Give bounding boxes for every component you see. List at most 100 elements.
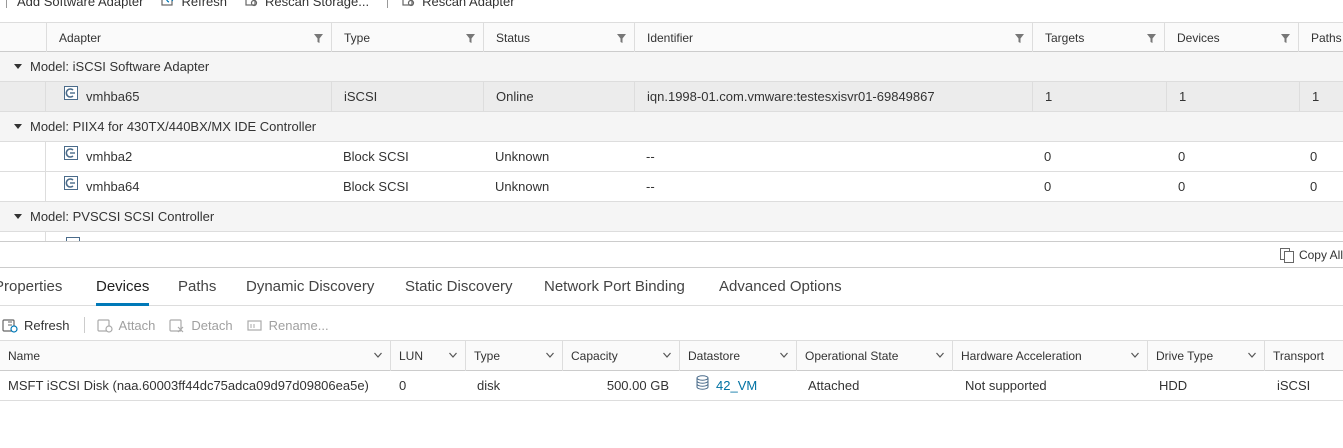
device-capacity: 500.00 GB <box>606 378 669 393</box>
row-gutter <box>0 232 46 241</box>
adapter-devices: 1 <box>1166 82 1300 111</box>
tab-advanced-options[interactable]: Advanced Options <box>719 278 842 306</box>
adapter-type: Block SCSI <box>343 149 409 164</box>
filter-icon[interactable] <box>1015 34 1024 43</box>
column-header-identifier[interactable]: Identifier <box>634 23 1032 52</box>
column-header-label: Type <box>474 349 501 363</box>
adapters-header-row: Adapter Type Status Identifier Targets D… <box>0 22 1343 52</box>
add-software-adapter-label: Add Software Adapter <box>17 0 144 9</box>
group-row-pvscsi-controller[interactable]: Model: PVSCSI SCSI Controller <box>0 202 1343 232</box>
refresh-devices-label: Refresh <box>24 317 70 333</box>
chevron-down-icon[interactable] <box>663 352 671 358</box>
storage-adapter-icon <box>64 85 78 100</box>
column-header-type[interactable]: Type <box>331 23 483 52</box>
adapter-targets: 0 <box>1044 149 1052 164</box>
column-header-type[interactable]: Type <box>465 341 562 371</box>
adapter-cell: vmhba64 <box>52 172 331 201</box>
datastore-link[interactable]: 42_VM <box>716 378 757 393</box>
column-header-capacity[interactable]: Capacity <box>562 341 679 371</box>
tab-dynamic-discovery[interactable]: Dynamic Discovery <box>246 278 374 306</box>
device-lun: 0 <box>399 378 407 393</box>
column-header-label: Datastore <box>688 349 741 363</box>
refresh-icon <box>161 0 174 6</box>
filter-icon[interactable] <box>617 34 626 43</box>
group-label: Model: iSCSI Software Adapter <box>30 59 210 74</box>
adapter-name: vmhba65 <box>86 89 140 104</box>
column-header-label: Adapter <box>59 30 102 45</box>
attach-button[interactable]: Attach <box>96 318 155 333</box>
group-row-iscsi-software-adapter[interactable]: Model: iSCSI Software Adapter <box>0 52 1343 82</box>
table-row[interactable]: vmhba64 Block SCSI Unknown -- 0 0 0 <box>0 172 1343 202</box>
column-header-label: Status <box>496 30 531 45</box>
tab-devices[interactable]: Devices <box>96 278 150 306</box>
detach-button[interactable]: Detach <box>169 317 233 333</box>
adapter-paths: 0 <box>1310 149 1318 164</box>
column-header-operational-state[interactable]: Operational State <box>796 341 952 371</box>
rename-button[interactable]: Rename... <box>246 318 329 333</box>
rescan-adapter-icon <box>402 0 415 7</box>
table-row[interactable]: MSFT iSCSI Disk (naa.60003ff44dc75adca09… <box>0 371 1343 401</box>
table-row[interactable]: vmhba2 Block SCSI Unknown -- 0 0 0 <box>0 142 1343 172</box>
datastore-icon <box>696 375 709 390</box>
column-header-transport[interactable]: Transport <box>1264 341 1343 371</box>
device-operational-state: Attached <box>808 378 860 393</box>
device-transport: iSCSI <box>1277 378 1311 393</box>
rescan-adapter-label: Rescan Adapter <box>422 0 515 9</box>
adapter-name: vmhba64 <box>86 179 140 194</box>
storage-adapter-icon <box>64 145 78 160</box>
column-header-label: Name <box>8 349 41 363</box>
column-header-status[interactable]: Status <box>483 23 634 52</box>
column-header-datastore[interactable]: Datastore <box>679 341 796 371</box>
storage-adapter-icon <box>64 175 78 190</box>
chevron-down-icon[interactable] <box>780 352 788 358</box>
toolbar-divider <box>387 0 389 8</box>
refresh-adapters-button[interactable]: Refresh <box>161 0 227 9</box>
column-header-devices[interactable]: Devices <box>1164 23 1298 52</box>
adapter-identifier: iqn.1998-01.com.vmware:testesxisvr01-698… <box>634 82 1032 111</box>
tab-paths[interactable]: Paths <box>178 278 216 306</box>
group-row-piix4-ide-controller[interactable]: Model: PIIX4 for 430TX/440BX/MX IDE Cont… <box>0 112 1343 142</box>
adapter-details-tabs: Properties Devices Paths Dynamic Discove… <box>0 272 1343 306</box>
chevron-down-icon[interactable] <box>1248 352 1256 358</box>
refresh-devices-button[interactable]: Refresh <box>2 318 70 333</box>
table-row[interactable]: vmhba65 iSCSI Online iqn.1998-01.com.vmw… <box>0 82 1343 112</box>
toolbar-divider <box>83 317 85 333</box>
column-header-targets[interactable]: Targets <box>1032 23 1164 52</box>
add-software-adapter-button[interactable]: Add Software Adapter <box>17 0 143 9</box>
column-header-paths[interactable]: Paths <box>1298 23 1343 52</box>
tab-properties[interactable]: Properties <box>0 278 62 306</box>
rescan-storage-button[interactable]: Rescan Storage... <box>245 0 369 9</box>
adapter-targets: 0 <box>1044 179 1052 194</box>
collapse-triangle-icon[interactable] <box>14 124 22 129</box>
tab-network-port-binding[interactable]: Network Port Binding <box>544 278 685 306</box>
chevron-down-icon[interactable] <box>936 352 944 358</box>
adapter-devices: 0 <box>1178 149 1186 164</box>
filter-icon[interactable] <box>466 34 475 43</box>
filter-icon[interactable] <box>314 34 323 43</box>
chevron-down-icon[interactable] <box>546 352 554 358</box>
column-header-lun[interactable]: LUN <box>390 341 465 371</box>
group-label: Model: PIIX4 for 430TX/440BX/MX IDE Cont… <box>30 119 317 134</box>
row-gutter <box>0 172 46 201</box>
collapse-triangle-icon[interactable] <box>14 214 22 219</box>
collapse-triangle-icon[interactable] <box>14 64 22 69</box>
adapter-targets: 1 <box>1032 82 1166 111</box>
chevron-down-icon[interactable] <box>449 352 457 358</box>
table-row[interactable] <box>0 232 1343 241</box>
column-header-drive-type[interactable]: Drive Type <box>1147 341 1264 371</box>
column-header-name[interactable]: Name <box>0 341 390 371</box>
adapter-devices: 0 <box>1178 179 1186 194</box>
filter-icon[interactable] <box>1281 34 1290 43</box>
column-header-label: Paths <box>1311 30 1342 45</box>
tab-static-discovery[interactable]: Static Discovery <box>405 278 513 306</box>
filter-icon[interactable] <box>1147 34 1156 43</box>
column-header-label: Targets <box>1045 30 1085 45</box>
chevron-down-icon[interactable] <box>1131 352 1139 358</box>
chevron-down-icon[interactable] <box>374 352 382 358</box>
rescan-adapter-button[interactable]: Rescan Adapter <box>402 0 515 9</box>
grid-footer: Copy All <box>0 242 1343 268</box>
column-header-hardware-acceleration[interactable]: Hardware Acceleration <box>952 341 1147 371</box>
copy-all-button[interactable]: Copy All <box>1279 247 1343 263</box>
detach-label: Detach <box>191 317 233 333</box>
column-header-adapter[interactable]: Adapter <box>46 23 331 52</box>
